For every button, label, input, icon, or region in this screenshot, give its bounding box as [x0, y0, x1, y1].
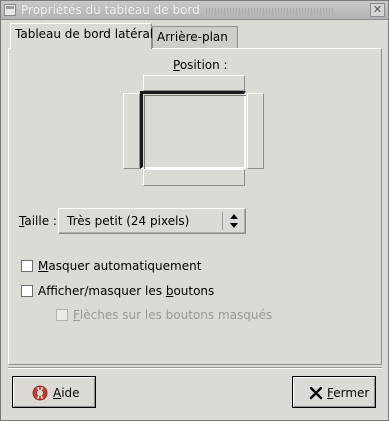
position-bottom-button[interactable]	[143, 169, 245, 186]
autohide-checkbox-row[interactable]: Masquer automatiquement	[21, 259, 221, 274]
show-buttons-checkbox[interactable]	[21, 285, 33, 297]
window-title: Propriétés du tableau de bord	[21, 3, 200, 17]
size-label: Taille :	[19, 214, 57, 228]
arrows-checkbox	[56, 309, 68, 321]
help-button[interactable]: Aide	[12, 376, 96, 408]
position-top-button[interactable]	[143, 75, 245, 91]
size-value: Très petit (24 pixels)	[67, 214, 190, 228]
tab-background[interactable]: Arrière-plan	[152, 26, 238, 48]
title-bar[interactable]: Propriétés du tableau de bord ✕	[1, 1, 388, 20]
properties-dialog: Propriétés du tableau de bord ✕ Tableau …	[0, 0, 389, 421]
tab-label: Arrière-plan	[157, 30, 228, 44]
title-grip	[206, 8, 334, 14]
position-left-button[interactable]	[123, 93, 140, 169]
arrows-checkbox-row: Flèches sur les boutons masqués	[56, 308, 286, 323]
help-button-label: Aide	[53, 386, 80, 400]
position-screen-preview	[140, 91, 246, 169]
close-x-icon	[309, 386, 323, 400]
dropdown-separator	[222, 212, 223, 230]
position-right-button[interactable]	[247, 93, 264, 169]
tab-side-panel[interactable]: Tableau de bord latéral	[10, 23, 154, 49]
arrows-label: Flèches sur les boutons masqués	[73, 308, 273, 322]
updown-arrow-icon	[230, 214, 238, 228]
close-button[interactable]: Fermer	[292, 376, 376, 408]
show-buttons-checkbox-row[interactable]: Afficher/masquer les boutons	[21, 284, 241, 299]
tab-label: Tableau de bord latéral	[15, 27, 154, 41]
close-button-label: Fermer	[327, 386, 370, 400]
autohide-checkbox[interactable]	[21, 260, 33, 272]
show-buttons-label: Afficher/masquer les boutons	[38, 284, 215, 298]
button-separator	[8, 367, 382, 369]
autohide-label: Masquer automatiquement	[38, 259, 202, 273]
size-dropdown[interactable]: Très petit (24 pixels)	[58, 208, 246, 234]
close-icon[interactable]: ✕	[370, 3, 385, 17]
help-lifebuoy-icon	[32, 385, 48, 401]
window-menu-icon[interactable]	[4, 4, 16, 16]
position-label: Position :	[173, 58, 228, 72]
